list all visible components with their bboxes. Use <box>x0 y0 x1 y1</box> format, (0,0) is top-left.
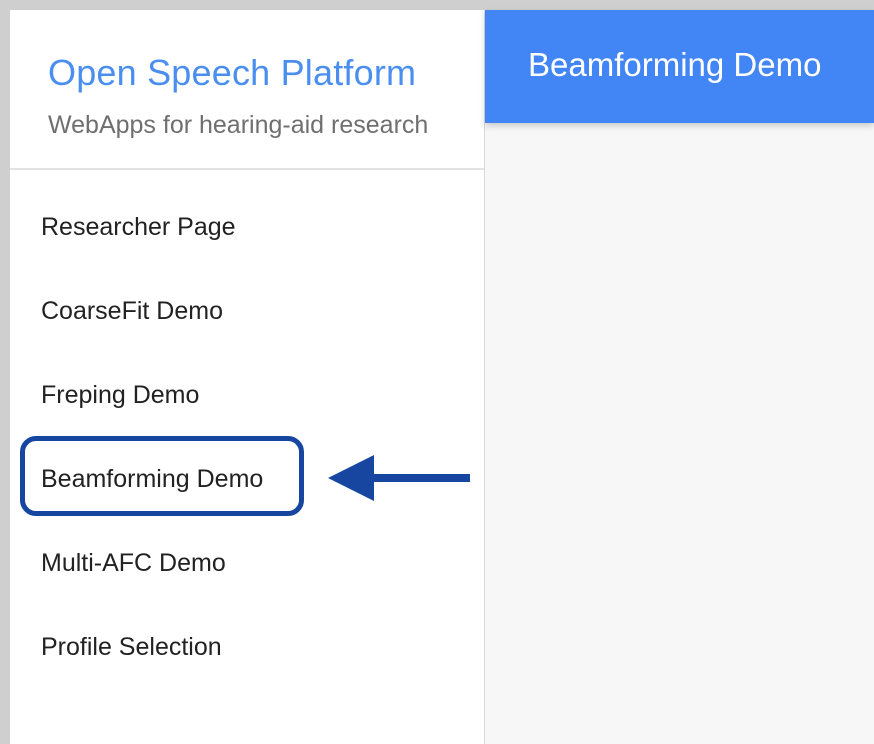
sidebar-item-coarsefit-demo[interactable]: CoarseFit Demo <box>41 291 223 331</box>
highlight-annotation-box <box>20 436 304 516</box>
main-content: Beamforming Demo <box>485 10 874 744</box>
sidebar: Open Speech Platform WebApps for hearing… <box>10 10 485 744</box>
brand-title: Open Speech Platform <box>48 52 417 93</box>
sidebar-item-multi-afc-demo[interactable]: Multi-AFC Demo <box>41 543 226 583</box>
sidebar-item-researcher-page[interactable]: Researcher Page <box>41 207 236 247</box>
screenshot-frame: Open Speech Platform WebApps for hearing… <box>0 0 874 744</box>
app-header: Beamforming Demo <box>485 10 874 123</box>
brand-header: Open Speech Platform WebApps for hearing… <box>10 10 484 170</box>
left-arrow-icon <box>328 455 470 501</box>
brand-subtitle: WebApps for hearing-aid research <box>48 111 429 139</box>
sidebar-item-freping-demo[interactable]: Freping Demo <box>41 375 199 415</box>
page-title: Beamforming Demo <box>528 46 822 83</box>
sidebar-item-profile-selection[interactable]: Profile Selection <box>41 627 222 667</box>
